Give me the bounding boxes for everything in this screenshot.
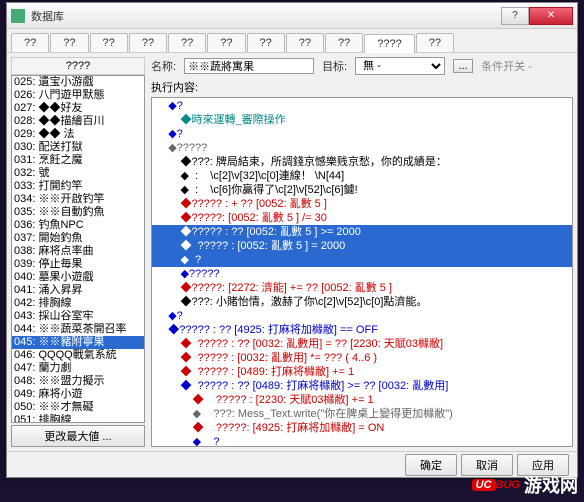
list-item[interactable]: 046: QQQQ戰氣系統 (12, 349, 144, 362)
name-input[interactable] (184, 58, 314, 74)
list-item[interactable]: 038: 麻将点率曲 (12, 245, 144, 258)
watermark-bug: BUG (496, 479, 520, 491)
tab-2[interactable]: ?? (90, 33, 128, 52)
list-item[interactable]: 028: ◆◆描繪百川 (12, 115, 144, 128)
list-item[interactable]: 045: ※※豬附寧果 (12, 336, 144, 349)
code-line[interactable]: ◆ ????? : [2230: 天賦03櫞敝] += 1 (152, 393, 572, 407)
sidebar: ???? 025: 遺宝小游戲026: 八門遊甲默態027: ◆◆好友028: … (11, 57, 145, 447)
code-line[interactable]: ◆ : \c[2]\v[32]\c[0]連線！ \N[44] (152, 169, 572, 183)
list-item[interactable]: 047: 蘭力劇 (12, 362, 144, 375)
list-item[interactable]: 036: 钓魚NPC (12, 219, 144, 232)
list-item[interactable]: 041: 涌入昇昇 (12, 284, 144, 297)
list-item[interactable]: 049: 麻将小遊 (12, 388, 144, 401)
list-item[interactable]: 026: 八門遊甲默態 (12, 89, 144, 102)
code-line[interactable]: ◆ ?????: [4925: 打麻将加櫞敝] = ON (152, 421, 572, 435)
exec-label: 执行内容: (151, 79, 573, 95)
code-line[interactable]: ◆ ????? : ?? [0489: 打麻将櫞敝] >= ?? [0032: … (152, 379, 572, 393)
list-item[interactable]: 031: 烹飪之魔 (12, 154, 144, 167)
watermark-cn: 游戏网 (524, 472, 578, 498)
code-line[interactable]: ◆???: 牌局結束，所調錢京憾樂贱京愁，你的成績是： (152, 155, 572, 169)
code-line[interactable]: ◆????? : + ?? [0052: 亂數 5 ] (152, 197, 572, 211)
list-item[interactable]: 044: ※※蔬菜茶開召率 (12, 323, 144, 336)
list-item[interactable]: 027: ◆◆好友 (12, 102, 144, 115)
watermark: UCBUG 游戏网 (472, 472, 578, 498)
ok-button[interactable]: 确定 (405, 454, 457, 476)
main-panel: 名称: 目标: 無 - ... 条件开关 - 执行内容: ◆? ◆時來運轉_審際… (145, 57, 573, 447)
tab-0[interactable]: ?? (11, 33, 49, 52)
list-item[interactable]: 033: 打開约竿 (12, 180, 144, 193)
command-list[interactable]: ◆? ◆時來運轉_審際操作 ◆? ◆????? ◆???: 牌局結束，所調錢京憾… (151, 97, 573, 447)
list-item[interactable]: 035: ※※自動釣魚 (12, 206, 144, 219)
tab-8[interactable]: ?? (325, 33, 363, 52)
database-window: 数据库 ? ✕ ???????????????????????? ???? 02… (6, 2, 578, 478)
list-item[interactable]: 048: ※※盟力擬示 (12, 375, 144, 388)
tab-7[interactable]: ?? (286, 33, 324, 52)
code-line[interactable]: ◆ ????? : [0032: 亂數用] *= ??? ( 4..6 ) (152, 351, 572, 365)
code-line[interactable]: ◆? (152, 99, 572, 113)
list-item[interactable]: 030: 配送打獄 (12, 141, 144, 154)
code-line[interactable]: ◆????? : ?? [0052: 亂數 5 ] >= 2000 (152, 225, 572, 239)
condition-label: 条件开关 - (481, 58, 532, 74)
name-label: 名称: (151, 58, 176, 74)
list-item[interactable]: 037: 開始釣魚 (12, 232, 144, 245)
tab-6[interactable]: ?? (247, 33, 285, 52)
code-line[interactable]: ◆????? (152, 141, 572, 155)
tab-10[interactable]: ?? (416, 33, 454, 52)
titlebar[interactable]: 数据库 ? ✕ (7, 3, 577, 29)
help-button[interactable]: ? (501, 7, 529, 25)
list-item[interactable]: 034: ※※开啟钓竿 (12, 193, 144, 206)
code-line[interactable]: ◆ ????? : ?? [0032: 亂數用] = ?? [2230: 天賦0… (152, 337, 572, 351)
watermark-uc: UC (472, 479, 496, 491)
tab-9[interactable]: ???? (364, 34, 414, 53)
code-line[interactable]: ◆ ???: Mess_Text.write("你在脾桌上變得更加櫞敝") (152, 407, 572, 421)
sidebar-header: ???? (11, 57, 145, 75)
target-label: 目标: (322, 58, 347, 74)
code-line[interactable]: ◆ ? (152, 253, 572, 267)
list-item[interactable]: 032: 號 (12, 167, 144, 180)
list-item[interactable]: 039: 停止毎果 (12, 258, 144, 271)
tab-strip: ???????????????????????? (7, 29, 577, 53)
code-line[interactable]: ◆時來運轉_審際操作 (152, 113, 572, 127)
target-more-button[interactable]: ... (453, 59, 473, 73)
code-line[interactable]: ◆? (152, 127, 572, 141)
change-max-button[interactable]: 更改最大値 ... (11, 425, 145, 447)
tab-5[interactable]: ?? (207, 33, 245, 52)
tab-3[interactable]: ?? (129, 33, 167, 52)
list-item[interactable]: 043: 採山谷室牢 (12, 310, 144, 323)
code-line[interactable]: ◆???: 小賭怡情，激赫了你\c[2]\v[52]\c[0]點濟能。 (152, 295, 572, 309)
code-line[interactable]: ◆?????: [2272: 濟能] += ?? [0052: 亂數 5 ] (152, 281, 572, 295)
list-item[interactable]: 029: ◆◆ 法 (12, 128, 144, 141)
code-line[interactable]: ◆ ? (152, 435, 572, 447)
event-list[interactable]: 025: 遺宝小游戲026: 八門遊甲默態027: ◆◆好友028: ◆◆描繪百… (11, 75, 145, 423)
code-line[interactable]: ◆ ????? : [0489: 打麻将櫞敝] += 1 (152, 365, 572, 379)
list-item[interactable]: 051: 排胸線 (12, 414, 144, 423)
app-icon (11, 9, 25, 23)
list-item[interactable]: 042: 排胸線 (12, 297, 144, 310)
close-button[interactable]: ✕ (529, 7, 573, 25)
code-line[interactable]: ◆?????: [0052: 亂數 5 ] /= 30 (152, 211, 572, 225)
tab-4[interactable]: ?? (168, 33, 206, 52)
list-item[interactable]: 025: 遺宝小游戲 (12, 76, 144, 89)
code-line[interactable]: ◆????? : ?? [4925: 打麻将加櫞敝] == OFF (152, 323, 572, 337)
code-line[interactable]: ◆????? (152, 267, 572, 281)
code-line[interactable]: ◆ ????? : [0052: 亂數 5 ] = 2000 (152, 239, 572, 253)
code-line[interactable]: ◆ : \c[6]你贏得了\c[2]\v[52]\c[6]鑢! (152, 183, 572, 197)
list-item[interactable]: 040: 墓果小遊戲 (12, 271, 144, 284)
code-line[interactable]: ◆? (152, 309, 572, 323)
tab-1[interactable]: ?? (50, 33, 88, 52)
window-title: 数据库 (31, 8, 501, 24)
target-select[interactable]: 無 - (355, 57, 445, 75)
list-item[interactable]: 050: ※※才無礙 (12, 401, 144, 414)
